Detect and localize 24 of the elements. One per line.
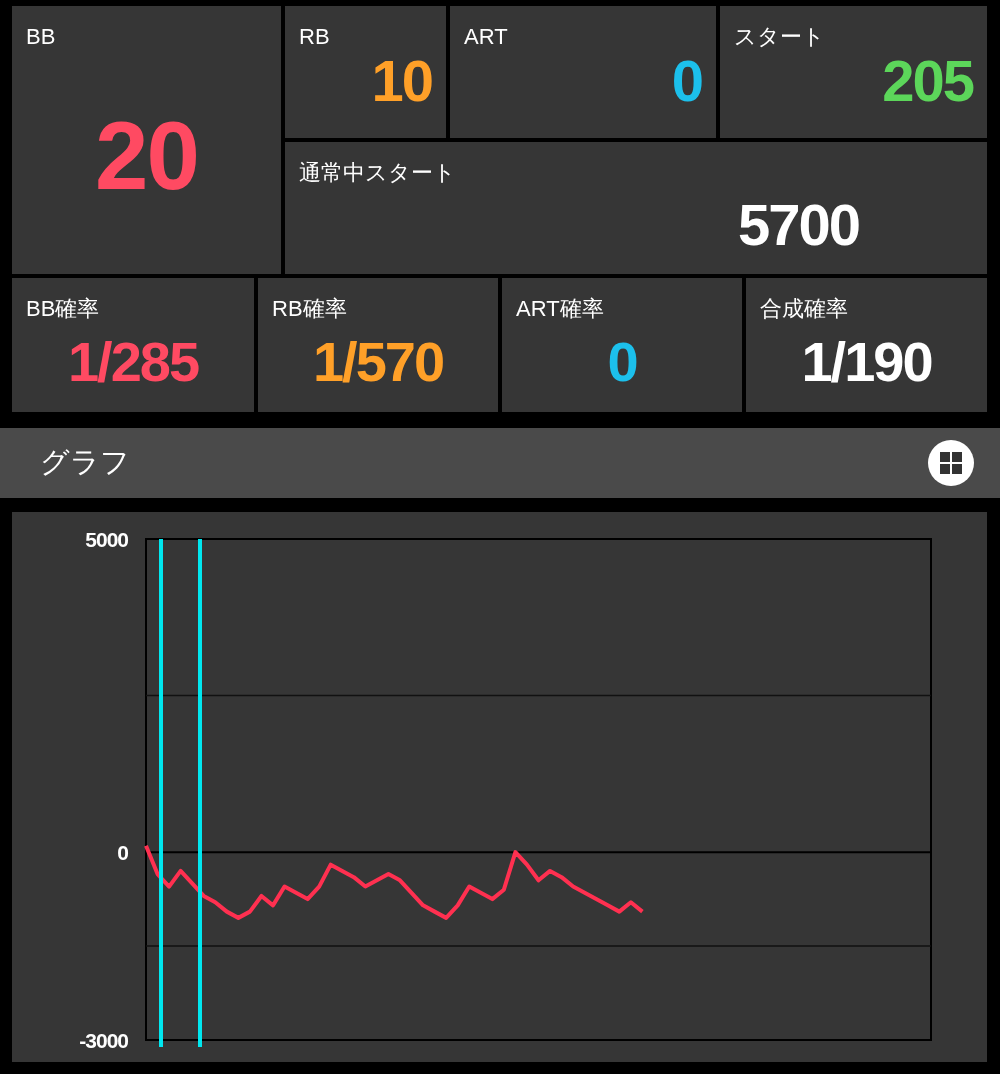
rate-value: 1/570 [312, 334, 444, 390]
stat-value: 0 [671, 52, 702, 110]
rate-value: 1/190 [801, 334, 932, 390]
stat-label: BB [26, 24, 56, 50]
stat-value: 5700 [737, 196, 859, 254]
y-tick-label: 5000 [85, 528, 128, 551]
stat-label: スタート [734, 24, 825, 50]
rate-label: BB確率 [26, 296, 100, 322]
section-title: グラフ [40, 445, 130, 480]
stat-value: 10 [371, 52, 432, 110]
stat-value: 205 [882, 52, 973, 110]
rate-value: 0 [607, 334, 637, 390]
stat-label: ART [464, 24, 508, 50]
rate-label: RB確率 [272, 296, 347, 322]
stat-label: RB [299, 24, 330, 50]
rate-label: 合成確率 [760, 296, 848, 322]
y-tick-label: 0 [117, 841, 128, 865]
rate-value: 1/285 [67, 334, 199, 390]
y-tick-label: -3000 [79, 1029, 128, 1052]
stat-label: 通常中スタート [299, 160, 456, 186]
stat-value: 20 [95, 108, 198, 204]
grid-view-button[interactable] [928, 440, 974, 486]
rate-label: ART確率 [516, 296, 604, 322]
grid-icon [939, 451, 963, 475]
